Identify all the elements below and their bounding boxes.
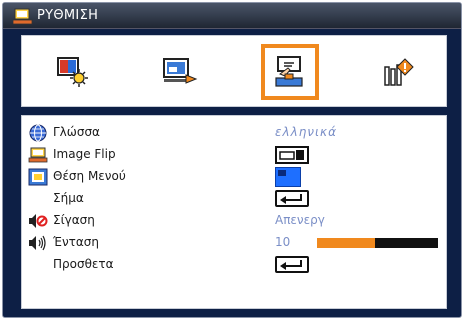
mute-icon bbox=[28, 212, 48, 230]
language-value[interactable]: ελληνικά bbox=[275, 125, 337, 139]
menu-position-label: Θέση Μενού bbox=[53, 169, 126, 183]
volume-value: 10 bbox=[275, 235, 291, 249]
tab-setup[interactable] bbox=[261, 44, 319, 100]
setting-row-volume[interactable]: Ένταση 10 bbox=[22, 232, 446, 254]
mute-label: Σίγαση bbox=[53, 213, 95, 227]
window-title: ΡΥΘΜΙΣΗ bbox=[37, 8, 99, 23]
setup-menu-window: ΡΥΘΜΙΣΗ Γλώσσα ελληνικά Image Flip Θέση … bbox=[2, 2, 462, 318]
tab-options[interactable] bbox=[370, 44, 428, 100]
signal-label: Σήμα bbox=[53, 191, 84, 205]
language-icon bbox=[28, 124, 48, 142]
menu-position-icon bbox=[28, 168, 48, 186]
setup-monitor-icon bbox=[12, 7, 33, 25]
flip-toggle-icon[interactable] bbox=[275, 146, 309, 164]
volume-label: Ένταση bbox=[53, 235, 100, 249]
enter-icon[interactable] bbox=[275, 256, 309, 273]
setting-row-signal[interactable]: Σήμα bbox=[22, 188, 446, 210]
setting-row-language[interactable]: Γλώσσα ελληνικά bbox=[22, 122, 446, 144]
volume-slider[interactable] bbox=[317, 238, 438, 248]
title-bar: ΡΥΘΜΙΣΗ bbox=[3, 3, 461, 29]
setting-row-image-flip[interactable]: Image Flip bbox=[22, 144, 446, 166]
image-flip-icon bbox=[28, 146, 48, 164]
menu-position-preview[interactable] bbox=[275, 167, 301, 187]
setup-hand-icon bbox=[272, 54, 308, 90]
tab-image[interactable] bbox=[44, 44, 102, 100]
enter-icon[interactable] bbox=[275, 190, 309, 207]
advanced-label: Προσθετα bbox=[53, 257, 114, 271]
volume-icon bbox=[28, 234, 48, 252]
options-factory-icon bbox=[381, 55, 417, 89]
volume-slider-fill bbox=[317, 238, 376, 248]
display-settings-icon bbox=[160, 55, 198, 89]
language-label: Γλώσσα bbox=[53, 125, 100, 139]
setting-row-advanced[interactable]: Προσθετα bbox=[22, 254, 446, 276]
mute-value[interactable]: Απενεργ bbox=[275, 213, 325, 227]
tab-display[interactable] bbox=[150, 44, 208, 100]
setting-row-menu-position[interactable]: Θέση Μενού bbox=[22, 166, 446, 188]
image-flip-label: Image Flip bbox=[53, 147, 116, 161]
setting-row-mute[interactable]: Σίγαση Απενεργ bbox=[22, 210, 446, 232]
settings-list: Γλώσσα ελληνικά Image Flip Θέση Μενού Σή… bbox=[21, 115, 447, 309]
category-tab-bar bbox=[21, 35, 447, 107]
image-settings-icon bbox=[55, 55, 91, 89]
